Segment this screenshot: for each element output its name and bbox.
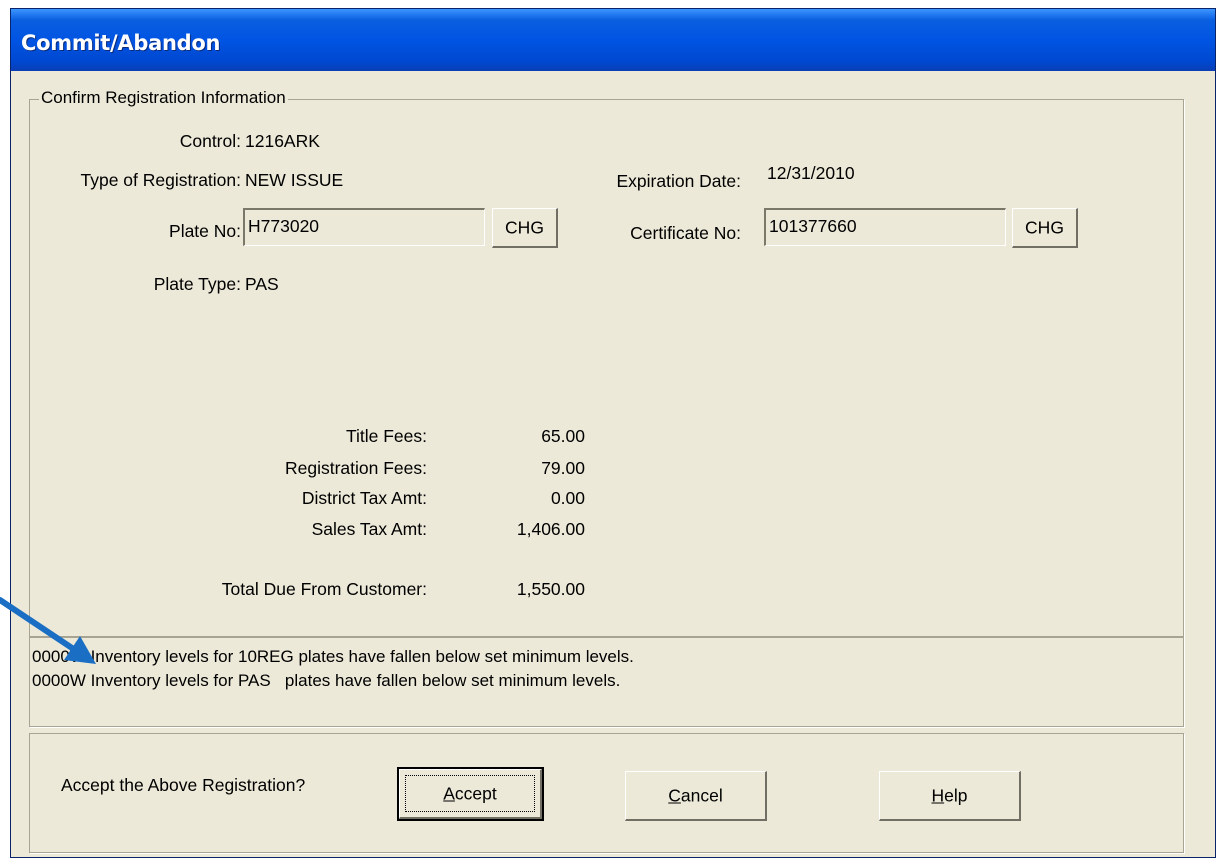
certificate-no-label: Certificate No: [630,223,741,243]
cancel-button[interactable]: Cancel [625,771,767,821]
registration-fees-label: Registration Fees: [284,458,427,478]
inventory-warning-10reg: 0000W Inventory levels for 10REG plates … [32,647,634,666]
sales-tax-label: Sales Tax Amt: [311,519,427,539]
accept-label: Accept [443,783,497,803]
plate-chg-button[interactable]: CHG [492,208,558,248]
accept-prompt: Accept the Above Registration? [61,775,306,795]
plate-type-value: PAS [245,274,279,294]
district-tax-value: 0.00 [550,488,585,508]
accept-button[interactable]: Accept [397,767,544,821]
title-fees-label: Title Fees: [345,426,427,446]
commit-abandon-dialog: Commit/Abandon Confirm Registration Info… [10,8,1216,858]
expiration-date-label: Expiration Date: [616,171,741,191]
total-due-value: 1,550.00 [516,579,585,599]
certificate-no-field[interactable]: 101377660 [764,208,1006,246]
certificate-chg-button[interactable]: CHG [1012,208,1078,248]
annotation-arrow-icon [0,597,96,664]
expiration-date-value: 12/31/2010 [767,163,855,183]
title-fees-value: 65.00 [541,426,585,446]
inventory-warning-pas: 0000W Inventory levels for PAS plates ha… [32,671,621,690]
plate-chg-label: CHG [505,217,544,237]
district-tax-label: District Tax Amt: [301,488,427,508]
control-label: Control: [179,131,241,151]
certificate-chg-label: CHG [1025,217,1064,237]
help-button[interactable]: Help [879,771,1021,821]
title-bar[interactable]: Commit/Abandon [11,9,1215,71]
registration-fees-value: 79.00 [541,458,585,478]
cancel-label: Cancel [668,785,723,805]
plate-no-label: Plate No: [169,221,241,241]
sales-tax-value: 1,406.00 [516,519,585,539]
plate-no-field[interactable]: H773020 [243,208,485,246]
total-due-label: Total Due From Customer: [221,579,427,599]
help-label: Help [931,785,968,805]
control-value: 1216ARK [245,131,320,151]
message-area: 0000W Inventory levels for 10REG plates … [29,637,1184,727]
type-of-registration-value: NEW ISSUE [245,170,344,190]
plate-type-label: Plate Type: [153,274,241,294]
